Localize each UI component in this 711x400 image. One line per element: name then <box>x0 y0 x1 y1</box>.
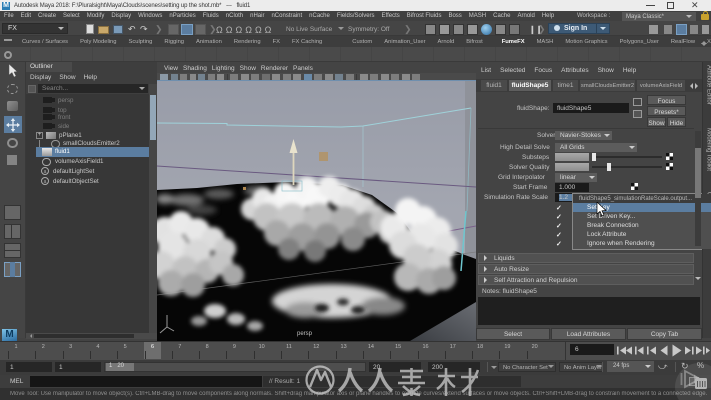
svg-text:persp: persp <box>297 331 313 337</box>
